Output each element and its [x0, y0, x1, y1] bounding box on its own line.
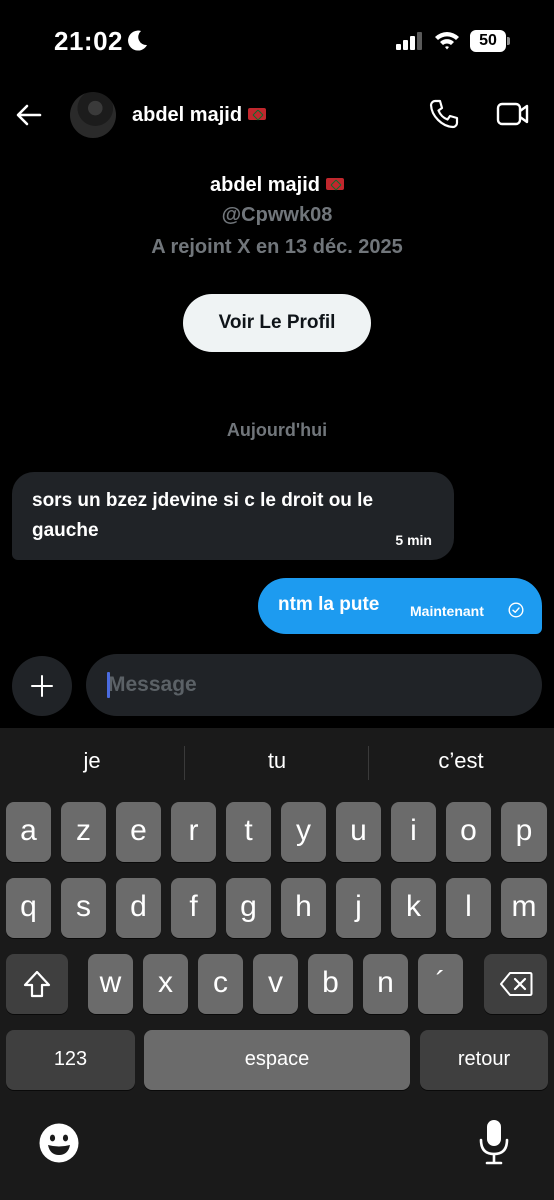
key-a[interactable]: a	[6, 802, 51, 862]
key-y[interactable]: y	[281, 802, 326, 862]
header-title[interactable]: abdel majid	[132, 104, 267, 127]
message-text: sors un bzez jdevine si c le droit ou le…	[32, 490, 374, 541]
conversation-header: abdel majid	[0, 88, 554, 142]
message-time: Maintenant	[410, 603, 484, 619]
shift-key[interactable]	[6, 954, 68, 1014]
status-time: 21:02	[54, 26, 123, 56]
key-d[interactable]: d	[116, 878, 161, 938]
keyboard: je tu c’est a z e r t y u i o p q s d f …	[0, 728, 554, 1200]
suggestion-3[interactable]: c’est	[369, 748, 553, 774]
status-bar: 21:02 50	[0, 0, 554, 80]
key-i[interactable]: i	[391, 802, 436, 862]
avatar[interactable]	[70, 92, 116, 138]
message-time: 5 min	[395, 532, 432, 548]
key-u[interactable]: u	[336, 802, 381, 862]
key-t[interactable]: t	[226, 802, 271, 862]
shift-icon	[23, 970, 51, 998]
phone-icon[interactable]	[428, 98, 460, 130]
space-key[interactable]: espace	[144, 1030, 410, 1090]
signal-icon	[396, 32, 422, 50]
profile-name-text: abdel majid	[209, 174, 321, 196]
profile-handle: @Cpwwk08	[221, 204, 333, 226]
key-h[interactable]: h	[281, 878, 326, 938]
key-l[interactable]: l	[446, 878, 491, 938]
key-f[interactable]: f	[171, 878, 216, 938]
back-arrow-icon[interactable]	[14, 100, 44, 130]
morocco-flag-icon	[326, 177, 345, 190]
key-r[interactable]: r	[171, 802, 216, 862]
key-m[interactable]: m	[501, 878, 547, 938]
date-separator: Aujourd'hui	[226, 420, 328, 440]
key-k[interactable]: k	[391, 878, 436, 938]
backspace-key[interactable]	[484, 954, 547, 1014]
key-w[interactable]: w	[88, 954, 133, 1014]
backspace-icon	[500, 972, 533, 996]
numbers-key[interactable]: 123	[6, 1030, 135, 1090]
key-e[interactable]: e	[116, 802, 161, 862]
battery-icon: 50	[470, 30, 510, 52]
key-b[interactable]: b	[308, 954, 353, 1014]
check-circle-icon	[508, 602, 524, 618]
emoji-icon[interactable]	[38, 1122, 80, 1164]
key-o[interactable]: o	[446, 802, 491, 862]
message-input[interactable]	[86, 654, 542, 716]
incoming-message[interactable]: sors un bzez jdevine si c le droit ou le…	[12, 472, 454, 560]
key-n[interactable]: n	[363, 954, 408, 1014]
key-x[interactable]: x	[143, 954, 188, 1014]
suggestion-2[interactable]: tu	[185, 748, 369, 774]
microphone-icon[interactable]	[478, 1118, 510, 1166]
key-acute-accent[interactable]: ´	[418, 954, 463, 1014]
key-q[interactable]: q	[6, 878, 51, 938]
key-c[interactable]: c	[198, 954, 243, 1014]
battery-cap	[507, 37, 510, 45]
battery-level: 50	[470, 30, 506, 52]
key-j[interactable]: j	[336, 878, 381, 938]
key-p[interactable]: p	[501, 802, 547, 862]
outgoing-message[interactable]: ntm la pute Maintenant	[258, 578, 542, 634]
message-text: ntm la pute	[278, 594, 380, 615]
key-g[interactable]: g	[226, 878, 271, 938]
plus-icon[interactable]	[12, 656, 72, 716]
video-icon[interactable]	[496, 98, 530, 130]
key-v[interactable]: v	[253, 954, 298, 1014]
header-name: abdel majid	[132, 104, 243, 126]
key-s[interactable]: s	[61, 878, 106, 938]
view-profile-button[interactable]: Voir Le Profil	[183, 294, 371, 352]
moon-icon	[128, 30, 147, 51]
profile-joined-date: A rejoint X en 13 déc. 2025	[151, 236, 403, 258]
return-key[interactable]: retour	[420, 1030, 548, 1090]
profile-name: abdel majid	[0, 174, 554, 197]
text-caret	[107, 672, 110, 698]
morocco-flag-icon	[248, 107, 267, 120]
wifi-icon	[435, 32, 459, 50]
key-z[interactable]: z	[61, 802, 106, 862]
suggestion-1[interactable]: je	[0, 748, 184, 774]
